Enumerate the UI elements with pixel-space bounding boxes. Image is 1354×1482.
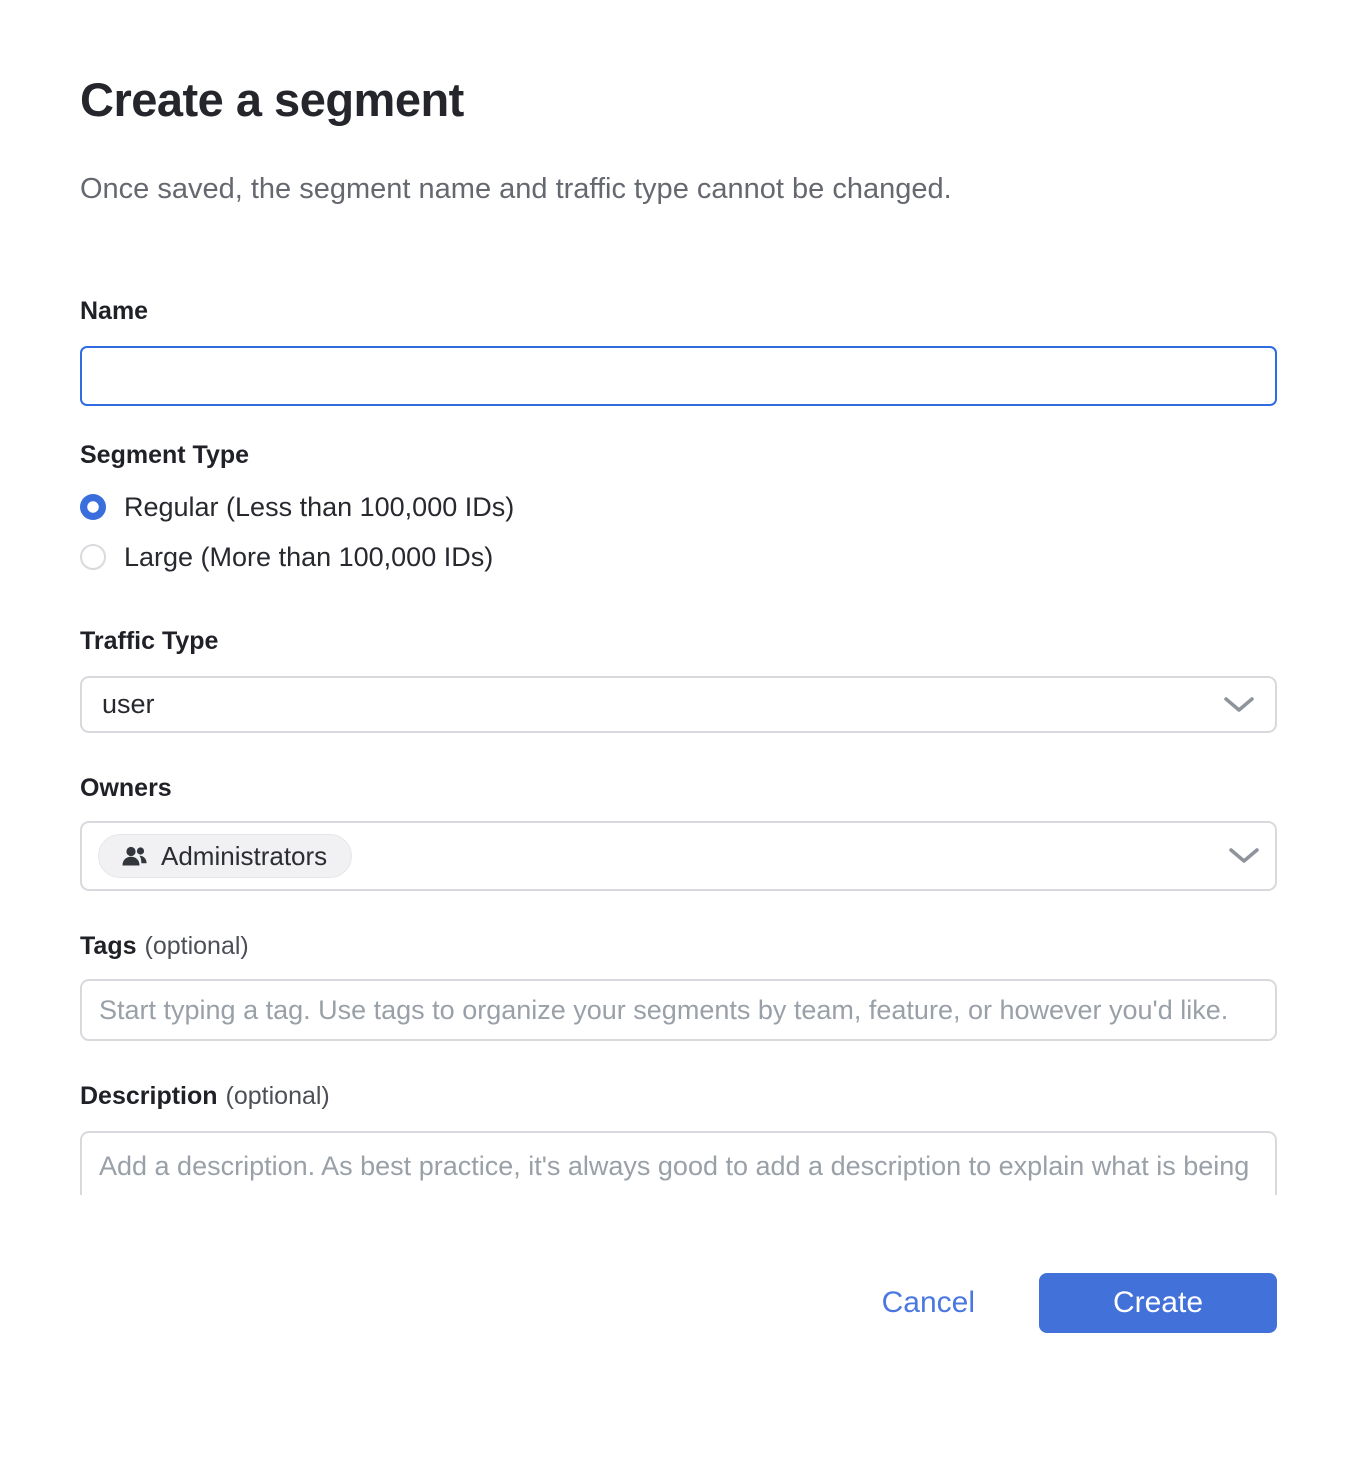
tags-label-text: Tags (80, 932, 137, 960)
radio-option-label: Regular (Less than 100,000 IDs) (124, 492, 514, 523)
radio-unselected-icon[interactable] (80, 544, 106, 570)
form-area: Name Segment Type Regular (Less than 100… (80, 296, 1277, 1195)
people-icon (121, 845, 148, 868)
create-segment-dialog: Create a segment Once saved, the segment… (0, 72, 1354, 1333)
chevron-down-icon (1223, 696, 1255, 714)
owner-chip-label: Administrators (161, 841, 327, 872)
cancel-button[interactable]: Cancel (864, 1276, 993, 1330)
chevron-down-icon (1228, 847, 1260, 865)
create-button[interactable]: Create (1039, 1273, 1277, 1333)
tags-optional-note: (optional) (145, 932, 249, 960)
description-optional-note: (optional) (226, 1082, 330, 1110)
owner-chip-administrators[interactable]: Administrators (98, 834, 352, 878)
name-label: Name (80, 296, 1277, 326)
name-input[interactable] (80, 346, 1277, 406)
page-title: Create a segment (80, 72, 1277, 128)
tags-label: Tags (optional) (80, 931, 1277, 961)
description-textarea[interactable] (80, 1131, 1277, 1195)
owners-label: Owners (80, 773, 1277, 803)
description-clip-region (80, 1131, 1277, 1195)
dialog-footer: Cancel Create (80, 1273, 1277, 1333)
traffic-type-label: Traffic Type (80, 626, 1277, 656)
owners-select[interactable]: Administrators (80, 821, 1277, 891)
radio-selected-icon[interactable] (80, 494, 106, 520)
traffic-type-select[interactable]: user (80, 676, 1277, 733)
traffic-type-value: user (102, 689, 155, 720)
description-label-text: Description (80, 1082, 218, 1110)
segment-type-radio-group: Regular (Less than 100,000 IDs) Large (M… (80, 482, 1277, 582)
tags-input[interactable] (80, 979, 1277, 1041)
radio-option-label: Large (More than 100,000 IDs) (124, 542, 493, 573)
dialog-subtitle: Once saved, the segment name and traffic… (80, 172, 1277, 206)
segment-type-label: Segment Type (80, 440, 1277, 470)
radio-option-large[interactable]: Large (More than 100,000 IDs) (80, 532, 1277, 582)
radio-option-regular[interactable]: Regular (Less than 100,000 IDs) (80, 482, 1277, 532)
description-label: Description (optional) (80, 1081, 1277, 1111)
